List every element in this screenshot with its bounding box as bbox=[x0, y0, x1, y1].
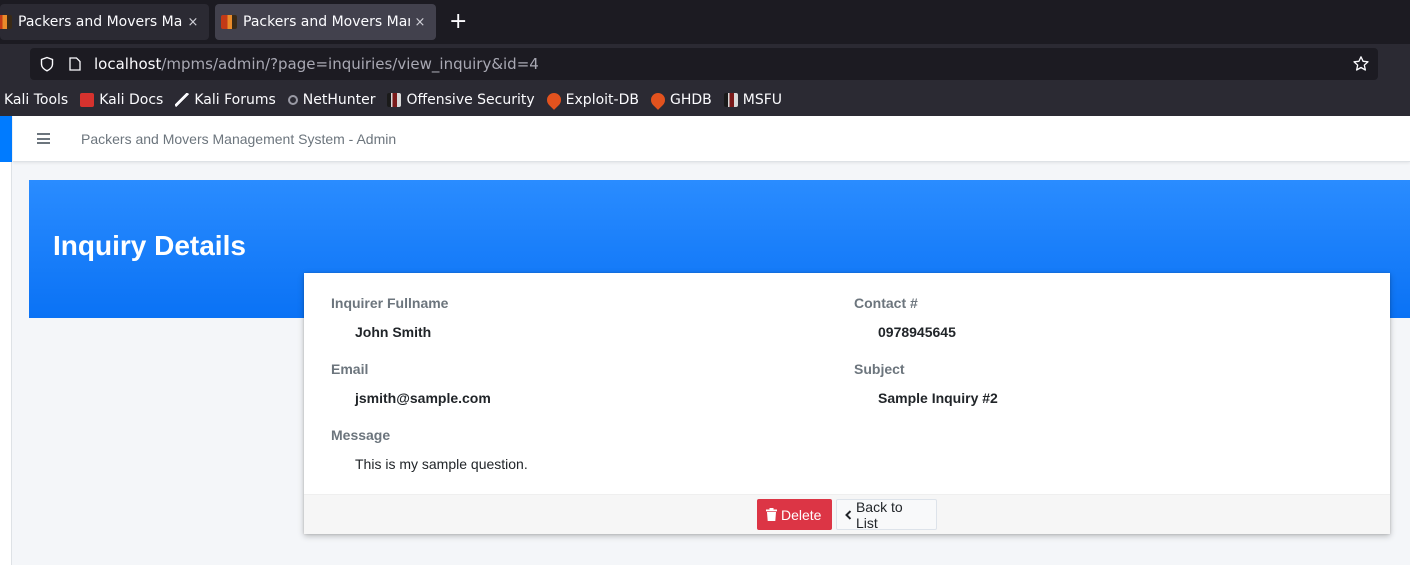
email-label: Email bbox=[331, 361, 369, 377]
delete-button[interactable]: Delete bbox=[757, 499, 832, 530]
bookmark-offensive-security[interactable]: Offensive Security bbox=[387, 92, 535, 108]
exploit-db-icon bbox=[543, 90, 564, 110]
bookmark-star-icon[interactable] bbox=[1352, 55, 1370, 73]
kali-forums-icon bbox=[175, 93, 190, 107]
bookmark-label: Kali Docs bbox=[99, 92, 164, 108]
email-field: Email jsmith@sample.com bbox=[331, 361, 491, 406]
fullname-field: Inquirer Fullname John Smith bbox=[331, 295, 449, 340]
page-viewport: Packers and Movers Management System - A… bbox=[0, 116, 1410, 565]
bookmark-msfu[interactable]: MSFU bbox=[723, 92, 782, 108]
browser-tab-bar: Packers and Movers Management System × P… bbox=[0, 0, 1410, 44]
bookmark-kali-tools[interactable]: Kali Tools bbox=[4, 92, 68, 108]
bookmark-kali-forums[interactable]: Kali Forums bbox=[175, 92, 276, 108]
bookmark-label: Exploit-DB bbox=[565, 92, 639, 108]
close-tab-icon[interactable]: × bbox=[183, 15, 203, 30]
nethunter-icon bbox=[287, 95, 298, 105]
card-footer: Delete Back to List bbox=[304, 494, 1390, 534]
tab-title: Packers and Movers Management System bbox=[243, 14, 410, 30]
bookmark-label: Offensive Security bbox=[406, 92, 535, 108]
kali-docs-icon bbox=[80, 93, 95, 107]
page-title: Inquiry Details bbox=[53, 230, 246, 261]
browser-nav-bar: localhost/mpms/admin/?page=inquiries/vie… bbox=[0, 44, 1410, 84]
trash-icon bbox=[766, 508, 777, 521]
message-value: This is my sample question. bbox=[355, 456, 528, 472]
inquiry-details-card: Inquirer Fullname John Smith Contact # 0… bbox=[304, 273, 1390, 534]
bookmark-kali-docs[interactable]: Kali Docs bbox=[80, 92, 163, 108]
bookmark-label: NetHunter bbox=[302, 92, 376, 108]
menu-toggle-icon[interactable] bbox=[37, 133, 50, 144]
sidebar-collapsed bbox=[0, 116, 12, 565]
subject-field: Subject Sample Inquiry #2 bbox=[854, 361, 998, 406]
chevron-left-icon bbox=[845, 509, 852, 520]
contact-value: 0978945645 bbox=[878, 324, 956, 340]
close-tab-icon[interactable]: × bbox=[410, 15, 430, 30]
bookmark-nethunter[interactable]: NetHunter bbox=[287, 92, 376, 108]
new-tab-button[interactable]: + bbox=[449, 10, 467, 34]
sidebar-brand-strip bbox=[0, 116, 12, 162]
contact-field: Contact # 0978945645 bbox=[854, 295, 956, 340]
back-to-list-button[interactable]: Back to List bbox=[836, 498, 937, 531]
bookmark-ghdb[interactable]: GHDB bbox=[648, 90, 712, 110]
back-label: Back to List bbox=[855, 498, 903, 531]
tab-title: Packers and Movers Management System bbox=[18, 14, 183, 30]
site-favicon-icon bbox=[221, 15, 237, 29]
system-title: Packers and Movers Management System - A… bbox=[81, 131, 397, 147]
message-label: Message bbox=[331, 427, 391, 443]
fullname-value: John Smith bbox=[355, 324, 432, 340]
bookmark-label: MSFU bbox=[742, 92, 782, 108]
bookmark-label: Kali Forums bbox=[194, 92, 276, 108]
address-bar[interactable]: localhost/mpms/admin/?page=inquiries/vie… bbox=[30, 48, 1378, 80]
contact-label: Contact # bbox=[854, 295, 918, 311]
url-host: localhost bbox=[94, 55, 162, 73]
email-value: jsmith@sample.com bbox=[355, 390, 491, 406]
admin-top-navbar: Packers and Movers Management System - A… bbox=[13, 116, 1410, 162]
page-icon bbox=[69, 57, 81, 71]
message-field: Message This is my sample question. bbox=[331, 427, 528, 472]
url-text[interactable]: localhost/mpms/admin/?page=inquiries/vie… bbox=[94, 55, 539, 73]
bookmark-exploit-db[interactable]: Exploit-DB bbox=[543, 90, 639, 110]
browser-tab-2-active[interactable]: Packers and Movers Management System × bbox=[215, 4, 436, 40]
subject-value: Sample Inquiry #2 bbox=[878, 390, 998, 406]
bookmark-label: GHDB bbox=[669, 92, 712, 108]
shield-icon[interactable] bbox=[39, 56, 55, 72]
subject-label: Subject bbox=[854, 361, 905, 377]
fullname-label: Inquirer Fullname bbox=[331, 295, 449, 311]
bookmarks-toolbar: Kali Tools Kali Docs Kali Forums NetHunt… bbox=[0, 84, 1410, 116]
delete-label: Delete bbox=[781, 506, 822, 523]
bookmark-label: Kali Tools bbox=[4, 92, 69, 108]
ghdb-icon bbox=[648, 90, 668, 110]
browser-tab-1[interactable]: Packers and Movers Management System × bbox=[0, 4, 209, 40]
msfu-icon bbox=[723, 93, 738, 107]
offensive-security-icon bbox=[387, 93, 402, 107]
url-path: /mpms/admin/?page=inquiries/view_inquiry… bbox=[161, 55, 539, 73]
site-favicon-icon bbox=[0, 15, 12, 29]
